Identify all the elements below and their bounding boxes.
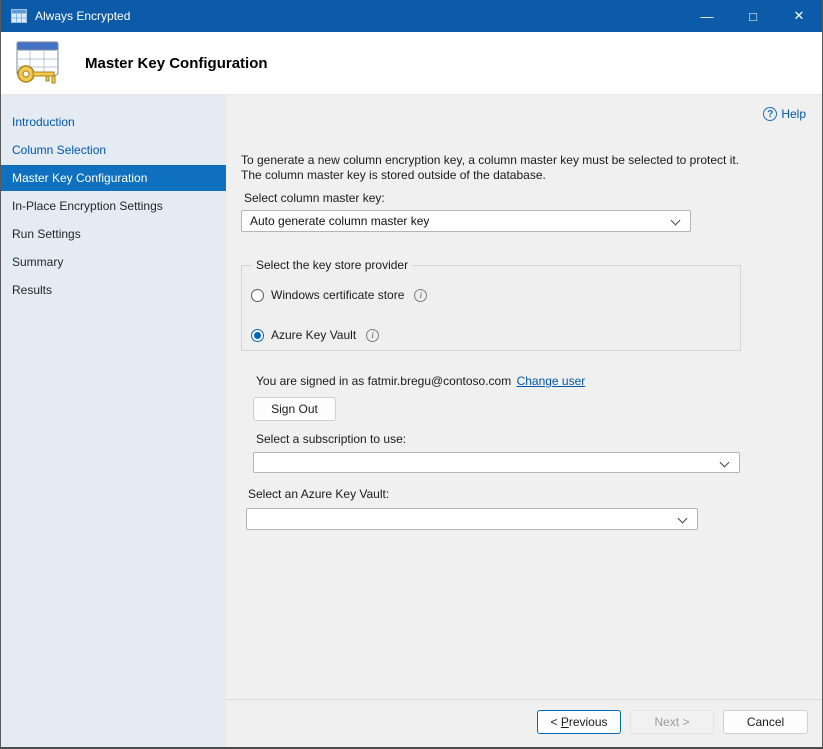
windows-certificate-store-option[interactable]: Windows certificate store i <box>251 288 427 302</box>
key-store-provider-group-label: Select the key store provider <box>252 258 412 272</box>
cancel-button[interactable]: Cancel <box>723 710 808 734</box>
signed-in-text: You are signed in as fatmir.bregu@contos… <box>256 374 511 388</box>
chevron-down-icon <box>720 458 730 468</box>
wizard-body: Introduction Column Selection Master Key… <box>1 95 822 747</box>
vault-label: Select an Azure Key Vault: <box>248 487 389 501</box>
window-title: Always Encrypted <box>35 9 130 23</box>
sidebar-item-summary[interactable]: Summary <box>1 249 226 275</box>
sidebar-item-introduction[interactable]: Introduction <box>1 109 226 135</box>
change-user-link[interactable]: Change user <box>517 374 586 388</box>
key-store-provider-group: Select the key store provider Windows ce… <box>241 265 741 351</box>
next-button[interactable]: Next > <box>630 710 714 734</box>
windows-certificate-store-radio-icon[interactable] <box>251 289 264 302</box>
signed-in-row: You are signed in as fatmir.bregu@contos… <box>256 374 585 388</box>
app-icon <box>11 9 27 23</box>
master-key-label: Select column master key: <box>244 191 385 205</box>
previous-button-prefix: < <box>550 715 560 729</box>
azure-key-vault-label: Azure Key Vault <box>271 328 356 342</box>
wizard-header: Master Key Configuration <box>1 32 822 95</box>
wizard-steps-sidebar: Introduction Column Selection Master Key… <box>1 95 226 747</box>
subscription-dropdown[interactable] <box>253 452 740 473</box>
windows-certificate-store-label: Windows certificate store <box>271 288 404 302</box>
table-key-icon <box>13 39 63 87</box>
help-label: Help <box>781 107 806 121</box>
sidebar-item-in-place-encryption-settings[interactable]: In-Place Encryption Settings <box>1 193 226 219</box>
chevron-down-icon <box>671 216 681 226</box>
azure-key-vault-option[interactable]: Azure Key Vault i <box>251 328 379 342</box>
always-encrypted-dialog: Always Encrypted — □ ✕ Master Key C <box>0 0 823 749</box>
window-controls: — □ ✕ <box>684 0 822 32</box>
master-key-dropdown-value: Auto generate column master key <box>250 214 429 228</box>
sign-out-button[interactable]: Sign Out <box>253 397 336 421</box>
chevron-down-icon <box>678 514 688 524</box>
previous-button-rest: revious <box>569 715 608 729</box>
footer-separator <box>226 699 822 700</box>
minimize-button[interactable]: — <box>684 0 730 32</box>
maximize-button[interactable]: □ <box>730 0 776 32</box>
previous-button-accesskey: P <box>561 715 569 729</box>
page-title: Master Key Configuration <box>85 55 268 72</box>
help-icon: ? <box>763 107 777 121</box>
sidebar-item-master-key-configuration[interactable]: Master Key Configuration <box>1 165 226 191</box>
intro-text: To generate a new column encryption key,… <box>241 153 765 183</box>
close-button[interactable]: ✕ <box>776 0 822 32</box>
titlebar[interactable]: Always Encrypted — □ ✕ <box>1 0 822 32</box>
windows-certificate-store-info-icon[interactable]: i <box>414 289 427 302</box>
vault-dropdown[interactable] <box>246 508 698 530</box>
azure-key-vault-info-icon[interactable]: i <box>366 329 379 342</box>
content-area: ? Help To generate a new column encrypti… <box>226 95 822 747</box>
subscription-label: Select a subscription to use: <box>256 432 406 446</box>
sidebar-item-results[interactable]: Results <box>1 277 226 303</box>
sidebar-item-run-settings[interactable]: Run Settings <box>1 221 226 247</box>
azure-key-vault-radio-icon[interactable] <box>251 329 264 342</box>
help-link[interactable]: ? Help <box>763 107 806 121</box>
sidebar-item-column-selection[interactable]: Column Selection <box>1 137 226 163</box>
master-key-dropdown[interactable]: Auto generate column master key <box>241 210 691 232</box>
previous-button[interactable]: < Previous <box>537 710 621 734</box>
